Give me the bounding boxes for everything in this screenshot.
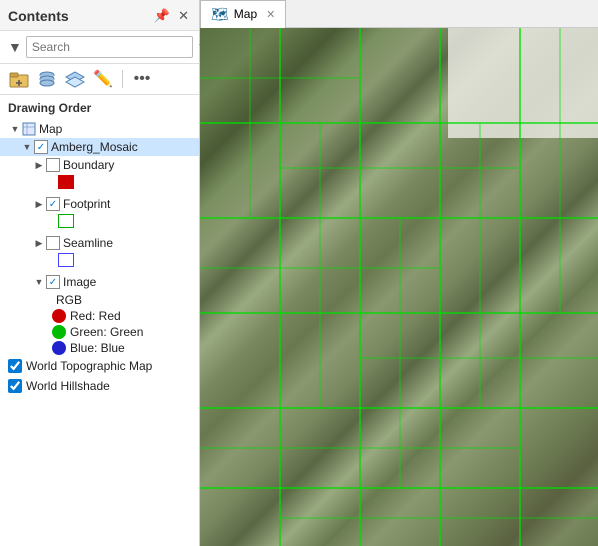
image-checkbox[interactable]: ✓ bbox=[46, 275, 60, 289]
close-panel-button[interactable]: ✕ bbox=[176, 6, 191, 26]
red-label: Red: Red bbox=[70, 309, 121, 323]
layer-tree: ▼ Map ▼ ✓ Amberg_Mosaic ▶ Boundary bbox=[0, 118, 199, 546]
amberg-checkbox[interactable]: ✓ bbox=[34, 140, 48, 154]
footprint-swatch-row bbox=[0, 213, 199, 234]
panel-header: Contents 📌 ✕ bbox=[0, 0, 199, 31]
rgb-green-row: Green: Green bbox=[0, 324, 199, 340]
topo-area bbox=[448, 28, 598, 138]
rgb-red-row: Red: Red bbox=[0, 308, 199, 324]
add-folder-icon[interactable] bbox=[8, 68, 30, 90]
seamline-swatch-row bbox=[0, 252, 199, 273]
expand-boundary-icon: ▶ bbox=[32, 158, 46, 172]
map-tab-close-button[interactable]: ✕ bbox=[266, 8, 275, 21]
world-hillshade-label: World Hillshade bbox=[26, 379, 110, 393]
contents-panel: Contents 📌 ✕ ▼ ▼ bbox=[0, 0, 200, 546]
green-dot bbox=[52, 325, 66, 339]
world-hillshade-row[interactable]: World Hillshade bbox=[0, 376, 199, 396]
pin-button[interactable]: 📌 bbox=[152, 6, 172, 26]
pencil-icon[interactable]: ✏️ bbox=[92, 68, 114, 90]
layer-icon[interactable] bbox=[64, 68, 86, 90]
boundary-label: Boundary bbox=[63, 158, 114, 172]
panel-title: Contents bbox=[8, 8, 69, 24]
drawing-order-label: Drawing Order bbox=[0, 95, 199, 118]
seamline-color-swatch bbox=[58, 253, 74, 267]
search-input[interactable] bbox=[26, 36, 193, 58]
map-icon bbox=[22, 122, 36, 136]
green-label: Green: Green bbox=[70, 325, 143, 339]
tree-item-boundary[interactable]: ▶ Boundary bbox=[0, 156, 199, 174]
blue-label: Blue: Blue bbox=[70, 341, 125, 355]
world-hillshade-checkbox[interactable] bbox=[8, 379, 22, 393]
tree-item-seamline[interactable]: ▶ Seamline bbox=[0, 234, 199, 252]
seamline-label: Seamline bbox=[63, 236, 113, 250]
map-viewport[interactable] bbox=[200, 28, 598, 546]
toolbar-divider bbox=[122, 70, 123, 88]
expand-seamline-icon: ▶ bbox=[32, 236, 46, 250]
map-tab-label: Map bbox=[234, 7, 257, 21]
toolbar-row: ✏️ ••• bbox=[0, 64, 199, 95]
rgb-blue-row: Blue: Blue bbox=[0, 340, 199, 356]
footprint-checkbox[interactable]: ✓ bbox=[46, 197, 60, 211]
filter-icon: ▼ bbox=[8, 39, 22, 55]
panel-header-actions: 📌 ✕ bbox=[152, 6, 191, 26]
expand-map-icon: ▼ bbox=[8, 122, 22, 136]
image-label: Image bbox=[63, 275, 96, 289]
map-area: 🗺 Map ✕ bbox=[200, 0, 598, 546]
tree-item-footprint[interactable]: ▶ ✓ Footprint bbox=[0, 195, 199, 213]
map-tab-bar: 🗺 Map ✕ bbox=[200, 0, 598, 28]
tree-item-image[interactable]: ▼ ✓ Image bbox=[0, 273, 199, 291]
more-options-icon[interactable]: ••• bbox=[131, 68, 153, 90]
expand-image-icon: ▼ bbox=[32, 275, 46, 289]
expand-footprint-icon: ▶ bbox=[32, 197, 46, 211]
footprint-label: Footprint bbox=[63, 197, 110, 211]
tree-item-map[interactable]: ▼ Map bbox=[0, 120, 199, 138]
seamline-checkbox[interactable] bbox=[46, 236, 60, 250]
red-dot bbox=[52, 309, 66, 323]
rgb-label-row: RGB bbox=[0, 291, 199, 308]
amberg-mosaic-label: Amberg_Mosaic bbox=[51, 140, 138, 154]
boundary-checkbox[interactable] bbox=[46, 158, 60, 172]
blue-dot bbox=[52, 341, 66, 355]
rgb-label: RGB bbox=[56, 293, 82, 307]
boundary-swatch-row bbox=[0, 174, 199, 195]
boundary-color-swatch bbox=[58, 175, 74, 189]
world-topo-row[interactable]: World Topographic Map bbox=[0, 356, 199, 376]
search-bar: ▼ ▼ bbox=[0, 31, 199, 64]
expand-amberg-icon: ▼ bbox=[20, 140, 34, 154]
map-tab-icon: 🗺 bbox=[211, 6, 229, 23]
map-label: Map bbox=[39, 122, 62, 136]
tree-item-amberg-mosaic[interactable]: ▼ ✓ Amberg_Mosaic bbox=[0, 138, 199, 156]
map-tab[interactable]: 🗺 Map ✕ bbox=[200, 0, 286, 28]
world-topo-label: World Topographic Map bbox=[26, 359, 152, 373]
database-icon[interactable] bbox=[36, 68, 58, 90]
footprint-color-swatch bbox=[58, 214, 74, 228]
world-topo-checkbox[interactable] bbox=[8, 359, 22, 373]
